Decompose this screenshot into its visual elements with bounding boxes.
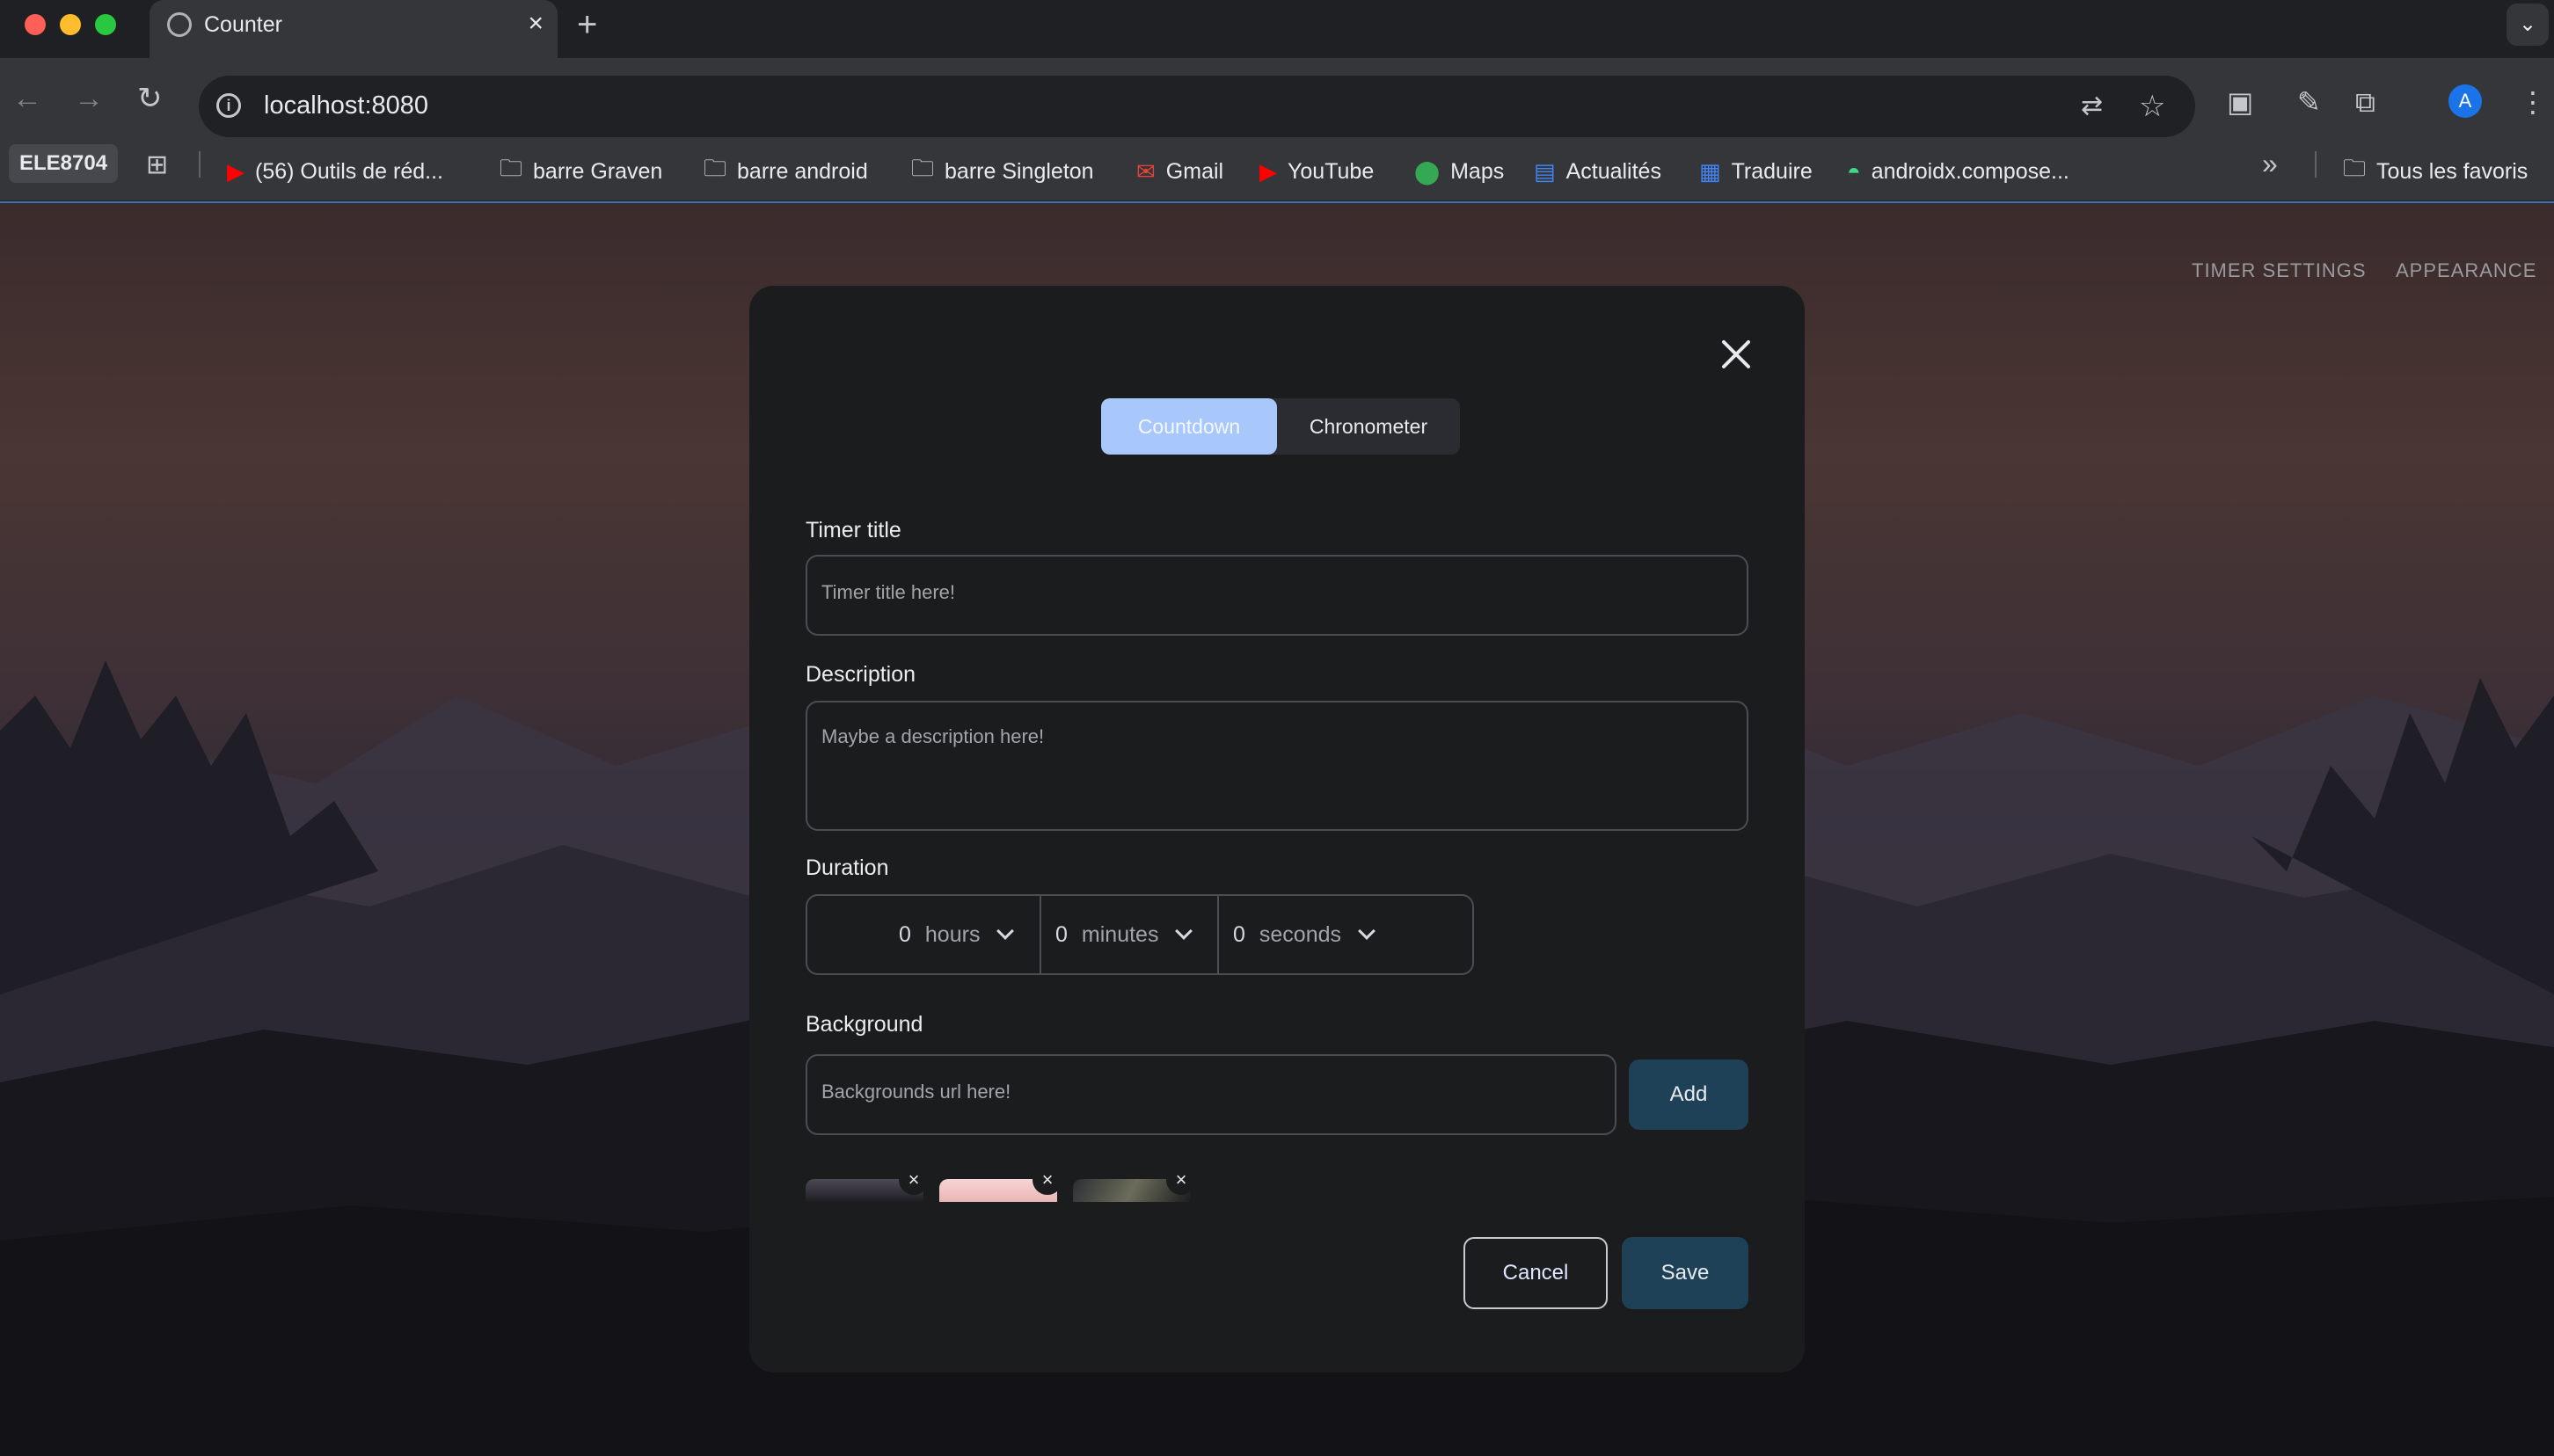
timer-title-placeholder: Timer title here!: [821, 581, 956, 603]
extension-pen-icon[interactable]: ✎: [2297, 84, 2321, 120]
bookmark-item[interactable]: ▤ Actualités: [1534, 151, 1661, 192]
back-arrow-icon[interactable]: ←: [12, 81, 42, 116]
timer-settings-dialog: Countdown Chronometer Timer title Timer …: [749, 286, 1805, 1372]
apps-grid-icon[interactable]: ⊞: [146, 148, 168, 183]
remove-thumbnail-icon[interactable]: ×: [1166, 1165, 1196, 1195]
extension-icon[interactable]: ▣: [2227, 84, 2253, 120]
timer-mode-toggle: Countdown Chronometer: [1101, 398, 1460, 455]
bookmark-folder[interactable]: 🗀 barre Graven: [500, 151, 662, 192]
hours-select[interactable]: 0 hours: [899, 896, 1015, 973]
description-placeholder: Maybe a description here!: [821, 725, 1045, 747]
bookmark-item[interactable]: ✉ Gmail: [1136, 151, 1223, 192]
profile-avatar[interactable]: A: [2448, 84, 2482, 118]
close-window-button[interactable]: [25, 14, 46, 35]
description-textarea[interactable]: Maybe a description here!: [806, 701, 1748, 831]
app-background: TIMER SETTINGS APPEARANCE Countdown Chro…: [0, 203, 2554, 1456]
site-info-icon[interactable]: i: [216, 93, 241, 118]
android-icon: ◓: [1847, 157, 1861, 185]
background-label: Background: [806, 1012, 923, 1037]
translate-icon: ▦: [1699, 157, 1721, 185]
reload-icon[interactable]: ↻: [137, 81, 163, 116]
tab-title: Counter: [204, 12, 282, 37]
remove-thumbnail-icon[interactable]: ×: [1033, 1165, 1062, 1195]
url-text[interactable]: localhost:8080: [264, 91, 428, 120]
chevron-down-icon: [1175, 922, 1193, 940]
folder-icon: 🗀: [911, 155, 935, 181]
bookmark-item[interactable]: ▶ (56) Outils de réd...: [227, 151, 443, 192]
tab-countdown[interactable]: Countdown: [1101, 398, 1277, 455]
bookmark-star-icon[interactable]: ☆: [2139, 90, 2165, 123]
bookmark-folder[interactable]: 🗀 barre android: [704, 151, 868, 192]
description-label: Description: [806, 662, 916, 687]
browser-tab[interactable]: Counter ×: [150, 0, 558, 58]
nav-timer-settings[interactable]: TIMER SETTINGS: [2192, 259, 2367, 282]
more-bookmarks-chevron-icon[interactable]: »: [2262, 146, 2278, 181]
background-url-input[interactable]: Backgrounds url here!: [806, 1054, 1616, 1135]
bookmarks-divider: [2315, 151, 2317, 178]
browser-tab-bar: Counter × + ⌄: [0, 0, 2554, 58]
youtube-icon: ▶: [227, 157, 244, 185]
extensions-puzzle-icon[interactable]: ⧉: [2355, 84, 2375, 120]
close-icon[interactable]: [1717, 335, 1755, 374]
bookmarks-profile-chip[interactable]: ELE8704: [9, 144, 119, 183]
tab-chronometer[interactable]: Chronometer: [1277, 398, 1460, 455]
minutes-select[interactable]: 0 minutes: [1055, 896, 1193, 973]
translate-icon[interactable]: ⇄: [2081, 90, 2103, 123]
news-icon: ▤: [1534, 157, 1556, 185]
bookmark-item[interactable]: ▦ Traduire: [1699, 151, 1813, 192]
bookmark-item[interactable]: ◓ androidx.compose...: [1847, 151, 2069, 192]
duration-label: Duration: [806, 855, 889, 880]
chevron-down-icon: [996, 922, 1015, 940]
forward-arrow-icon[interactable]: →: [74, 81, 104, 116]
bookmarks-divider: [199, 151, 201, 178]
seconds-select[interactable]: 0 seconds: [1233, 896, 1376, 973]
remove-thumbnail-icon[interactable]: ×: [899, 1165, 929, 1195]
chevron-down-icon: [1358, 922, 1376, 940]
folder-icon: 🗀: [704, 155, 727, 181]
add-background-button[interactable]: Add: [1629, 1059, 1748, 1130]
all-bookmarks-folder[interactable]: 🗀 Tous les favoris: [2343, 151, 2528, 192]
minimize-window-button[interactable]: [60, 14, 81, 35]
bookmark-item[interactable]: ▶ YouTube: [1259, 151, 1374, 192]
globe-icon: [167, 12, 192, 37]
save-button[interactable]: Save: [1622, 1237, 1748, 1309]
timer-title-label: Timer title: [806, 518, 901, 542]
tab-search-chevron-icon[interactable]: ⌄: [2507, 4, 2549, 46]
duration-picker: 0 hours 0 minutes 0 seconds: [806, 894, 1474, 975]
browser-menu-icon[interactable]: ⋮: [2519, 84, 2547, 120]
folder-icon: 🗀: [2343, 155, 2367, 181]
new-tab-button[interactable]: +: [577, 5, 597, 44]
bookmark-item[interactable]: ⬤ Maps: [1414, 151, 1504, 192]
maximize-window-button[interactable]: [95, 14, 116, 35]
background-url-placeholder: Backgrounds url here!: [821, 1081, 1011, 1103]
cancel-button[interactable]: Cancel: [1463, 1237, 1608, 1309]
tab-close-icon[interactable]: ×: [528, 9, 544, 39]
timer-title-input[interactable]: Timer title here!: [806, 555, 1748, 636]
bookmark-folder[interactable]: 🗀 barre Singleton: [911, 151, 1094, 192]
gmail-icon: ✉: [1136, 157, 1156, 185]
nav-appearance[interactable]: APPEARANCE: [2396, 259, 2536, 282]
address-bar[interactable]: i localhost:8080 ⇄ ☆: [199, 76, 2195, 137]
maps-icon: ⬤: [1414, 157, 1441, 185]
youtube-icon: ▶: [1259, 157, 1277, 185]
folder-icon: 🗀: [500, 155, 523, 181]
